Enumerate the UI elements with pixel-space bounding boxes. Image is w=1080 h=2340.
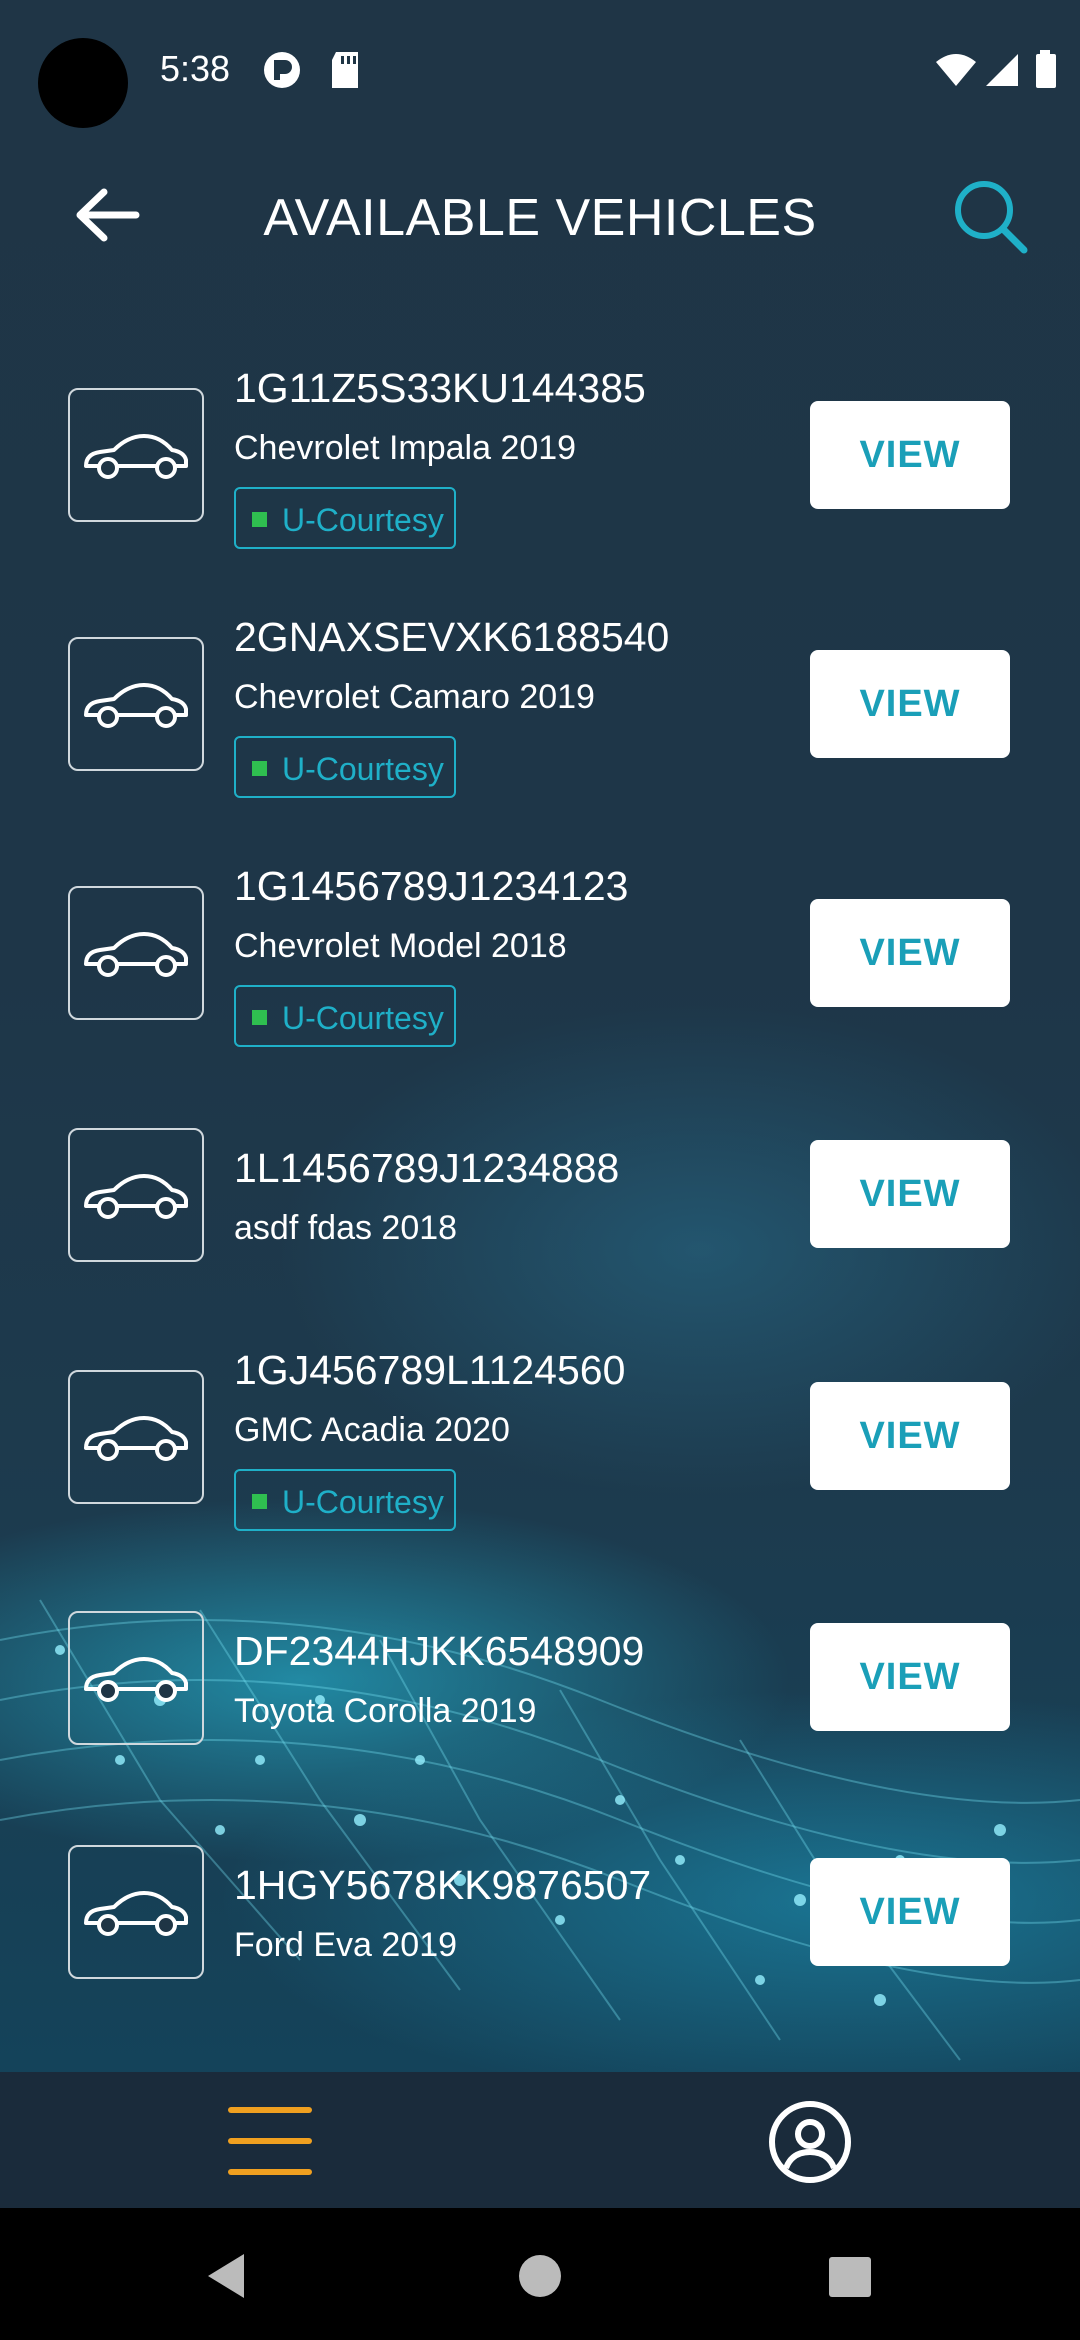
badge-label: U-Courtesy — [282, 502, 444, 538]
view-button[interactable]: VIEW — [810, 1623, 1010, 1731]
car-icon — [84, 1657, 188, 1702]
view-button[interactable]: VIEW — [810, 1140, 1010, 1248]
vehicle-thumbnail — [68, 886, 204, 1020]
vehicle-model: Chevrolet Impala 2019 — [234, 429, 577, 467]
vehicle-thumbnail — [68, 1845, 204, 1979]
vehicle-model: Chevrolet Camaro 2019 — [234, 678, 595, 716]
vehicle-model: Chevrolet Model 2018 — [234, 927, 567, 965]
nav-home-icon[interactable] — [518, 2254, 562, 2298]
car-icon — [84, 683, 188, 728]
car-icon — [84, 1416, 188, 1461]
vehicle-vin: 1G1456789J1234123 — [234, 863, 629, 909]
view-button[interactable]: VIEW — [810, 650, 1010, 758]
system-navigation-bar — [0, 2208, 1080, 2340]
vehicle-row[interactable]: 1HGY5678KK9876507 Ford Eva 2019 VIEW — [0, 1802, 1080, 2002]
status-bar: 5:38 — [0, 0, 1080, 140]
courtesy-badge: U-Courtesy — [234, 487, 456, 549]
vehicle-model: Toyota Corolla 2019 — [234, 1692, 537, 1730]
vehicle-row[interactable]: 2GNAXSEVXK6188540 Chevrolet Camaro 2019 … — [0, 594, 1080, 798]
courtesy-badge: U-Courtesy — [234, 985, 456, 1047]
vehicle-row[interactable]: DF2344HJKK6548909 Toyota Corolla 2019 VI… — [0, 1568, 1080, 1768]
badge-status-dot — [252, 512, 267, 527]
car-icon — [84, 1891, 188, 1936]
badge-label: U-Courtesy — [282, 751, 444, 787]
bottom-navigation — [0, 2072, 1080, 2208]
vehicle-model: asdf fdas 2018 — [234, 1209, 458, 1247]
vehicle-vin: 1GJ456789L1124560 — [234, 1347, 626, 1393]
vehicle-model: GMC Acadia 2020 — [234, 1411, 510, 1449]
view-button[interactable]: VIEW — [810, 1382, 1010, 1490]
badge-label: U-Courtesy — [282, 1000, 444, 1036]
page-title: AVAILABLE VEHICLES — [263, 189, 817, 247]
badge-status-dot — [252, 1494, 267, 1509]
vehicle-thumbnail — [68, 1370, 204, 1504]
badge-label: U-Courtesy — [282, 1484, 444, 1520]
wifi-icon — [936, 54, 976, 86]
car-icon — [84, 932, 188, 977]
vehicle-vin: DF2344HJKK6548909 — [234, 1628, 645, 1674]
vehicle-thumbnail — [68, 1128, 204, 1262]
camera-cutout — [38, 38, 128, 128]
vehicle-thumbnail — [68, 637, 204, 771]
vehicle-model: Ford Eva 2019 — [234, 1926, 458, 1964]
vehicle-thumbnail — [68, 388, 204, 522]
menu-button[interactable] — [228, 2105, 312, 2177]
search-button[interactable] — [950, 176, 1030, 256]
vehicle-row[interactable]: 1L1456789J1234888 asdf fdas 2018 VIEW — [0, 1085, 1080, 1285]
vehicle-row[interactable]: 1G11Z5S33KU144385 Chevrolet Impala 2019 … — [0, 345, 1080, 549]
vehicle-vin: 2GNAXSEVXK6188540 — [234, 614, 670, 660]
search-icon — [955, 181, 1028, 254]
vehicle-vin: 1HGY5678KK9876507 — [234, 1862, 652, 1908]
profile-button[interactable] — [768, 2100, 852, 2184]
courtesy-badge: U-Courtesy — [234, 736, 456, 798]
vehicle-row[interactable]: 1GJ456789L1124560 GMC Acadia 2020 U-Cour… — [0, 1327, 1080, 1531]
battery-icon — [1036, 50, 1056, 88]
vehicle-vin: 1G11Z5S33KU144385 — [234, 365, 646, 411]
menu-icon — [228, 2107, 312, 2175]
signal-icon — [986, 54, 1018, 86]
app-notification-icon — [264, 52, 300, 88]
view-button[interactable]: VIEW — [810, 899, 1010, 1007]
nav-recents-icon[interactable] — [828, 2256, 872, 2298]
nav-back-icon[interactable] — [204, 2252, 248, 2300]
courtesy-badge: U-Courtesy — [234, 1469, 456, 1531]
car-icon — [84, 1174, 188, 1219]
badge-status-dot — [252, 1010, 267, 1025]
vehicle-thumbnail — [68, 1611, 204, 1745]
car-icon — [84, 434, 188, 479]
view-button[interactable]: VIEW — [810, 401, 1010, 509]
vehicle-vin: 1L1456789J1234888 — [234, 1145, 620, 1191]
profile-icon — [769, 2101, 851, 2183]
sd-card-icon — [332, 52, 358, 88]
status-time: 5:38 — [160, 48, 231, 89]
view-button[interactable]: VIEW — [810, 1858, 1010, 1966]
badge-status-dot — [252, 761, 267, 776]
vehicle-row[interactable]: 1G1456789J1234123 Chevrolet Model 2018 U… — [0, 843, 1080, 1047]
app-header: AVAILABLE VEHICLES — [0, 160, 1080, 270]
